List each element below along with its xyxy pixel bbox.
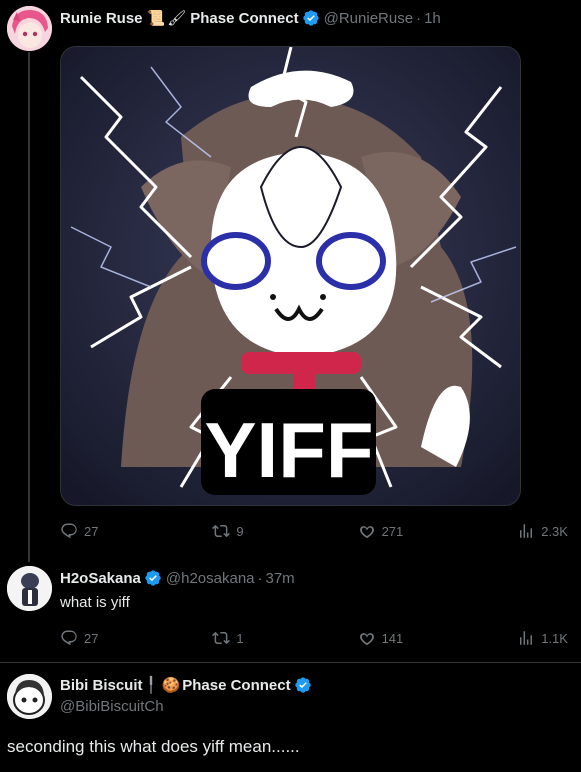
views-count: 2.3K <box>541 523 568 539</box>
reply-count: 27 <box>84 630 99 646</box>
verified-badge-icon <box>294 677 311 693</box>
tweet1-handle[interactable]: @RunieRuse <box>324 10 413 27</box>
retweet-button[interactable]: 9 <box>212 522 244 540</box>
separator-dot: · <box>257 569 263 587</box>
reply-button[interactable]: 27 <box>60 629 98 647</box>
thread-connector-line <box>28 52 30 562</box>
heart-icon <box>359 526 374 539</box>
separator-dot: · <box>416 9 422 27</box>
tweet3-affiliation[interactable]: Phase Connect <box>182 677 290 694</box>
tweet2-display-name[interactable]: H2oSakana <box>60 570 141 587</box>
reply-icon <box>61 630 77 646</box>
tweet1-display-name[interactable]: Runie Ruse <box>60 10 143 27</box>
retweet-button[interactable]: 1 <box>212 629 244 647</box>
retweet-icon <box>212 631 231 645</box>
like-count: 141 <box>381 630 404 646</box>
views-button[interactable]: 1.1K <box>517 629 568 647</box>
tweet3-header: Bibi Biscuit ╿ 🍪 Phase Connect <box>60 676 312 694</box>
like-button[interactable]: 271 <box>358 522 404 540</box>
views-icon <box>520 631 533 645</box>
tweet3-display-name[interactable]: Bibi Biscuit <box>60 677 143 694</box>
avatar-runie-ruse[interactable] <box>7 6 52 51</box>
retweet-count: 9 <box>236 523 244 539</box>
like-count: 271 <box>381 523 404 539</box>
brush-icon: 🖌 <box>167 10 187 27</box>
views-icon <box>520 524 533 538</box>
retweet-count: 1 <box>236 630 244 646</box>
tweet3-text: seconding this what does yiff mean...... <box>7 737 300 756</box>
reply-icon <box>61 523 77 539</box>
tweet1-header: Runie Ruse 📜 🖌 Phase Connect @RunieRuse … <box>60 9 441 28</box>
tweet-divider <box>0 662 581 663</box>
avatar-h2osakana[interactable] <box>7 566 52 611</box>
verified-badge-icon <box>145 570 161 586</box>
tweet2-time[interactable]: 37m <box>266 570 295 587</box>
tweet1-actions: 27 9 271 2.3K <box>60 522 568 540</box>
scroll-icon: 📜 <box>146 10 166 27</box>
views-count: 1.1K <box>541 630 568 646</box>
reply-count: 27 <box>84 523 99 539</box>
tweet2-actions: 27 1 141 1.1K <box>60 629 568 647</box>
cookie-icon: 🍪 <box>161 677 181 694</box>
tweet1-time[interactable]: 1h <box>424 10 441 27</box>
heart-icon <box>359 633 374 646</box>
tweet1-affiliation[interactable]: Phase Connect <box>190 10 298 27</box>
yiff-artwork: YIFF <box>61 47 520 505</box>
tweet1-media-image[interactable]: YIFF <box>60 46 521 506</box>
avatar-bibi-biscuit[interactable] <box>7 674 52 719</box>
tweet2-text: what is yiff <box>60 594 130 611</box>
tweet2-handle[interactable]: @h2osakana <box>166 570 255 587</box>
yiff-caption: YIFF <box>205 406 374 494</box>
reply-button[interactable]: 27 <box>60 522 98 540</box>
pin-icon: ╿ <box>146 677 156 694</box>
tweet3-handle[interactable]: @BibiBiscuitCh <box>60 698 164 715</box>
like-button[interactable]: 141 <box>358 629 404 647</box>
tweet2-header: H2oSakana @h2osakana · 37m <box>60 569 295 587</box>
views-button[interactable]: 2.3K <box>517 522 568 540</box>
retweet-icon <box>212 524 231 538</box>
verified-badge-icon <box>302 10 319 26</box>
